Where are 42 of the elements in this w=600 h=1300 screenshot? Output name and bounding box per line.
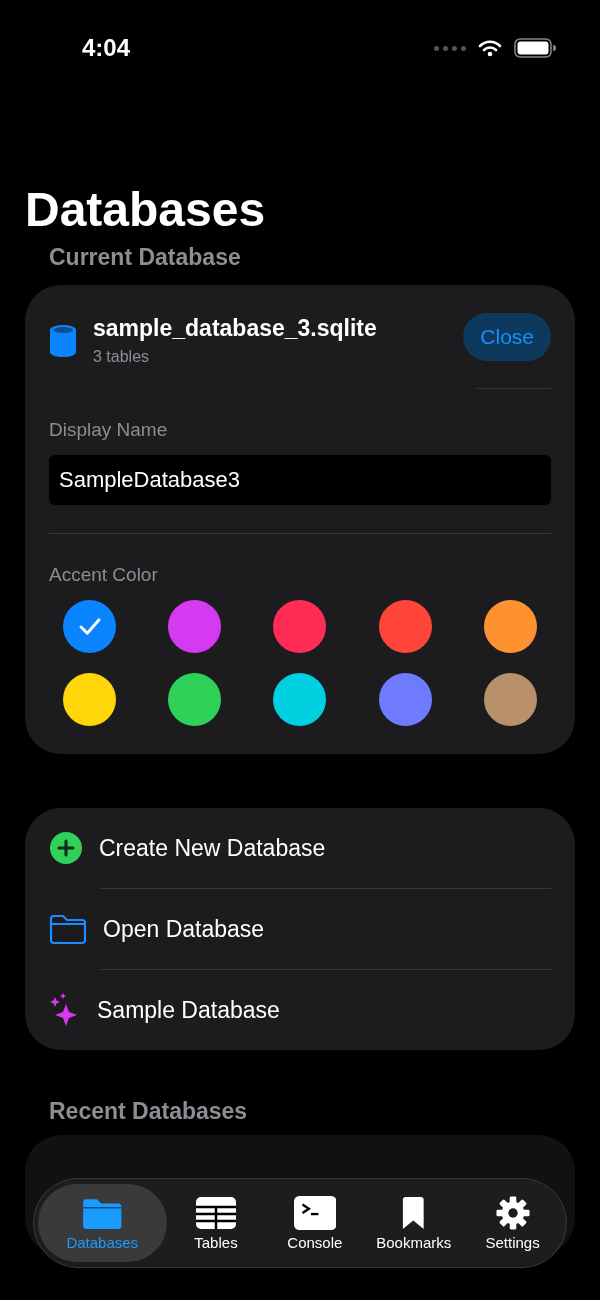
checkmark-icon (78, 617, 101, 636)
section-header: Recent Databases (49, 1098, 249, 1125)
tab-item[interactable]: Databases (38, 1184, 167, 1262)
plus-icon (49, 831, 83, 865)
folder-icon (49, 913, 87, 945)
bookmark-icon (401, 1195, 426, 1230)
tab-item[interactable]: Settings (463, 1184, 563, 1262)
color-swatch[interactable] (483, 673, 537, 726)
color-swatch[interactable] (63, 600, 117, 653)
action-label: Open Database (103, 915, 265, 943)
section-header: Current Database (49, 244, 242, 271)
color-swatch[interactable] (378, 600, 432, 653)
color-swatch[interactable] (483, 600, 537, 653)
color-swatch[interactable] (63, 673, 117, 726)
battery-icon (514, 38, 556, 58)
table-icon (194, 1195, 237, 1230)
field-label: Display Name (49, 419, 169, 441)
action-row[interactable]: Open Database (49, 889, 551, 969)
page-title: Databases (25, 182, 267, 238)
tab-item[interactable]: Tables (166, 1184, 266, 1262)
clock-time: 4:04 (82, 34, 132, 62)
display-name-field[interactable]: SampleDatabase3 (49, 455, 551, 505)
action-row[interactable]: Create New Database (49, 808, 551, 888)
tab-item[interactable]: Console (265, 1184, 365, 1262)
database-name: sample_database_3.sqlite (93, 315, 378, 342)
color-swatch[interactable] (168, 600, 222, 653)
action-label: Create New Database (99, 834, 326, 862)
field-label: Accent Color (49, 564, 159, 586)
color-swatch[interactable] (168, 673, 222, 726)
color-swatch[interactable] (273, 600, 327, 653)
signal-dots-icon (434, 45, 466, 51)
close-button[interactable]: Close (463, 312, 551, 361)
action-label: Sample Database (97, 996, 280, 1024)
color-swatch[interactable] (378, 673, 432, 726)
table-count: 3 tables (93, 348, 151, 366)
terminal-icon (293, 1195, 337, 1230)
action-row[interactable]: Sample Database (49, 970, 551, 1050)
database-icon (49, 323, 77, 358)
color-swatch[interactable] (273, 673, 327, 726)
settings-icon (495, 1195, 530, 1230)
wifi-icon (478, 39, 502, 57)
tab-item[interactable]: Bookmarks (364, 1184, 464, 1262)
